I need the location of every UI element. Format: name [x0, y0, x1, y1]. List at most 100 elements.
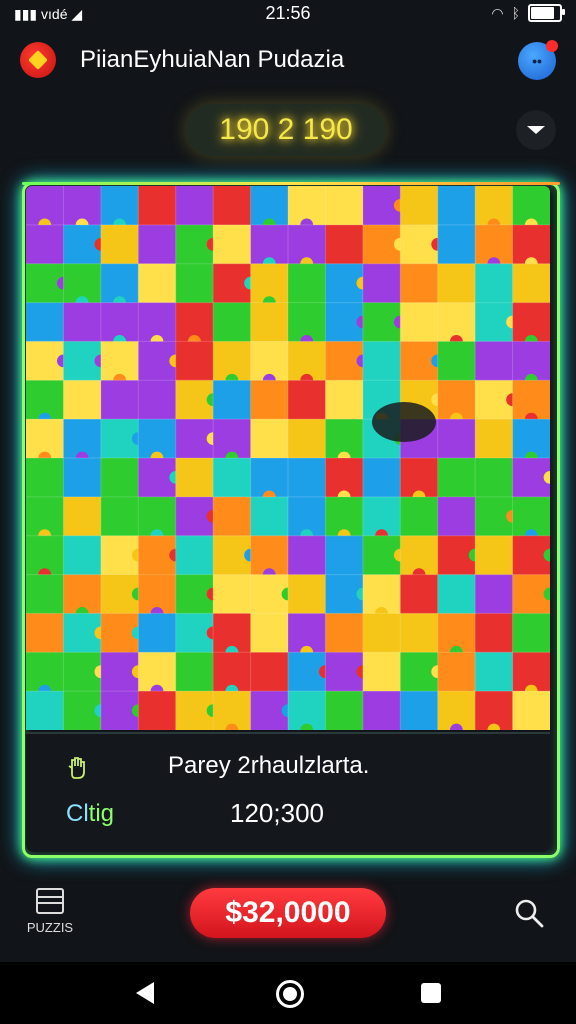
puzzle-piece[interactable]: [400, 574, 439, 614]
puzzle-piece[interactable]: [288, 263, 326, 304]
puzzle-piece[interactable]: [213, 380, 251, 420]
puzzle-piece[interactable]: [325, 691, 364, 730]
puzzle-piece[interactable]: [175, 186, 214, 226]
puzzle-piece[interactable]: [288, 574, 326, 614]
puzzle-piece[interactable]: [138, 263, 177, 304]
bluetooth-icon: ᛒ: [511, 5, 520, 21]
puzzle-piece[interactable]: [400, 613, 439, 653]
puzzle-piece[interactable]: [325, 224, 364, 265]
puzzle-piece[interactable]: [63, 535, 102, 576]
puzzle-piece[interactable]: [437, 458, 476, 498]
puzzle-piece[interactable]: [475, 263, 513, 304]
status-icons: ◠ ᛒ: [491, 4, 565, 22]
puzzle-piece[interactable]: [250, 302, 289, 342]
logo-diamond: [28, 50, 48, 70]
puzzle-piece[interactable]: [213, 186, 251, 226]
puzzle-piece[interactable]: [288, 419, 326, 459]
puzzle-piece[interactable]: [288, 535, 326, 576]
puzzle-board[interactable]: [26, 186, 550, 730]
puzzle-piece[interactable]: [175, 263, 214, 304]
puzzle-piece[interactable]: [26, 691, 64, 730]
puzzle-piece[interactable]: [325, 535, 364, 576]
puzzle-piece[interactable]: [512, 263, 550, 304]
score-pill: 190 2 190: [186, 104, 386, 156]
puzzle-piece[interactable]: [26, 302, 64, 342]
puzzle-piece[interactable]: [475, 613, 513, 653]
puzzle-piece[interactable]: [100, 224, 139, 265]
search-icon[interactable]: [512, 896, 546, 930]
puzzle-piece[interactable]: [63, 380, 102, 420]
avatar-icon[interactable]: ••: [518, 40, 558, 80]
puzzles-label: PUZZIS: [26, 920, 74, 935]
puzzle-piece[interactable]: [475, 341, 513, 381]
puzzle-piece[interactable]: [362, 613, 401, 653]
puzzle-piece[interactable]: [325, 186, 364, 226]
puzzle-grid[interactable]: [26, 186, 550, 730]
puzzle-piece[interactable]: [362, 263, 401, 304]
puzzle-piece[interactable]: [138, 613, 177, 653]
puzzle-piece[interactable]: [475, 535, 513, 576]
puzzle-piece[interactable]: [26, 574, 64, 614]
info-label-b: tig: [88, 800, 115, 827]
puzzle-piece[interactable]: [437, 419, 476, 459]
puzzle-piece[interactable]: [437, 263, 476, 304]
score-value: 190 2 190: [219, 113, 353, 146]
puzzle-piece[interactable]: [437, 341, 476, 381]
puzzle-piece[interactable]: [362, 691, 401, 730]
puzzle-piece[interactable]: [26, 224, 64, 265]
puzzle-piece[interactable]: [250, 496, 289, 537]
puzzle-piece[interactable]: [437, 574, 476, 614]
puzzle-piece[interactable]: [175, 652, 214, 692]
info-line-1: Parey 2rhaulzlarta.: [168, 752, 370, 779]
puzzle-piece[interactable]: [63, 302, 102, 342]
puzzle-piece[interactable]: [138, 691, 177, 730]
puzzle-piece[interactable]: [475, 458, 513, 498]
hand-icon[interactable]: [66, 754, 94, 782]
puzzle-piece[interactable]: [437, 186, 476, 226]
puzzle-piece[interactable]: [175, 341, 214, 381]
wifi-icon: ◠: [491, 4, 504, 21]
puzzle-piece[interactable]: [138, 224, 177, 265]
frame-glow: [22, 182, 560, 185]
puzzle-piece[interactable]: [437, 652, 476, 692]
app-logo-icon[interactable]: [20, 42, 56, 78]
puzzle-piece[interactable]: [512, 613, 550, 653]
puzzle-piece[interactable]: [362, 341, 401, 381]
puzzle-piece[interactable]: [400, 691, 439, 730]
puzzle-piece[interactable]: [250, 419, 289, 459]
puzzle-piece[interactable]: [63, 458, 102, 498]
status-bar: ▮▮▮ vıdé ◢ 21:56 ◠ ᛒ: [0, 0, 576, 28]
app-title: PiianEyhuiaNan Pudazia: [80, 46, 345, 73]
nav-home-icon[interactable]: [276, 980, 304, 1008]
puzzles-button[interactable]: PUZZIS: [20, 888, 80, 944]
puzzle-piece[interactable]: [100, 458, 139, 498]
system-nav-bar: [0, 962, 576, 1024]
puzzle-piece[interactable]: [213, 574, 251, 614]
puzzle-piece[interactable]: [437, 496, 476, 537]
puzzle-piece[interactable]: [250, 613, 289, 653]
dropdown-button[interactable]: [516, 110, 556, 150]
puzzle-piece[interactable]: [288, 458, 326, 498]
puzzle-piece[interactable]: [63, 496, 102, 537]
puzzle-piece[interactable]: [26, 613, 64, 653]
price-button[interactable]: $32,0000: [190, 888, 386, 938]
chevron-down-icon: [527, 126, 545, 134]
puzzle-piece[interactable]: [175, 458, 214, 498]
info-line-2-label: Cltig: [66, 800, 114, 828]
nav-back-icon[interactable]: [136, 982, 154, 1004]
puzzle-piece[interactable]: [325, 613, 364, 653]
puzzle-piece[interactable]: [475, 574, 513, 614]
puzzle-piece[interactable]: [213, 224, 251, 265]
puzzle-piece[interactable]: [100, 380, 139, 420]
puzzle-piece[interactable]: [437, 224, 476, 265]
puzzle-piece[interactable]: [362, 652, 401, 692]
puzzle-piece[interactable]: [100, 496, 139, 537]
puzzle-piece[interactable]: [138, 186, 177, 226]
puzzle-piece[interactable]: [475, 652, 513, 692]
puzzle-piece[interactable]: [250, 380, 289, 420]
nav-recent-icon[interactable]: [421, 983, 441, 1003]
puzzle-piece[interactable]: [138, 380, 177, 420]
missing-piece-slot[interactable]: [372, 402, 436, 442]
puzzle-piece[interactable]: [362, 458, 401, 498]
puzzle-piece[interactable]: [512, 691, 550, 730]
